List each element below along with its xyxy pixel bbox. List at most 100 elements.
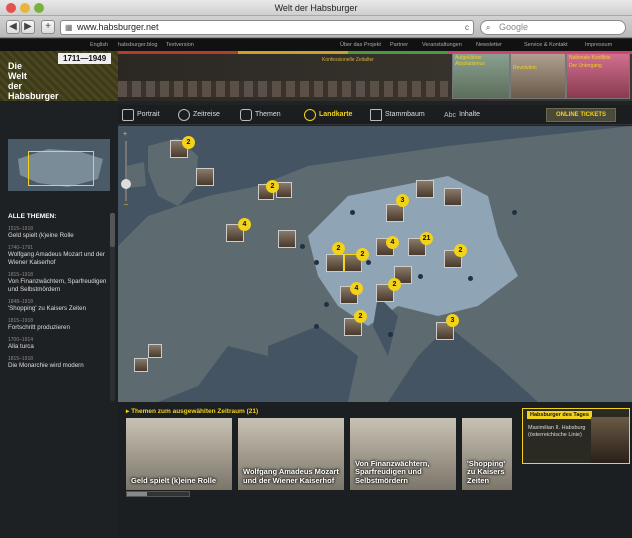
nav-textversion[interactable]: Textversion	[166, 39, 194, 51]
list-item[interactable]: 1700–1914 Alla turca	[8, 337, 112, 351]
tab-stammbaum[interactable]: Stammbaum	[370, 108, 425, 122]
timeline-band	[348, 51, 448, 54]
add-bookmark-button[interactable]: +	[41, 20, 55, 34]
logo-text: Die Welt der Habsburger	[8, 61, 59, 101]
timeline-panel[interactable]: Nationale Konflikte Der Untergang	[566, 53, 630, 99]
nav-partner[interactable]: Partner	[390, 39, 408, 51]
europe-map[interactable]: + – 2 2 3 4 2 2 4 21 2 2 4 2 3	[118, 126, 632, 402]
theme-thumbnail[interactable]: 'Shopping' zu Kaisers Zeiten	[462, 418, 512, 490]
list-item[interactable]: 1515–1918 Geld spielt (k)eine Rolle	[8, 226, 112, 240]
nav-blog[interactable]: habsburger.blog	[118, 39, 157, 51]
nav-service[interactable]: Service & Kontakt	[524, 39, 568, 51]
url-bar[interactable]: ▦ www.habsburger.net c	[60, 20, 474, 35]
count-badge[interactable]: 2	[388, 278, 401, 291]
map-dot[interactable]	[350, 210, 355, 215]
map-dot[interactable]	[388, 332, 393, 337]
theme-list-scrollbar[interactable]	[110, 213, 115, 401]
tab-inhalte[interactable]: Abc Inhalte	[444, 108, 480, 122]
map-marker[interactable]	[196, 168, 214, 186]
online-tickets-button[interactable]: ONLINE TICKETS	[546, 108, 616, 122]
count-badge[interactable]: 3	[396, 194, 409, 207]
theme-list-heading: ALLE THEMEN:	[8, 213, 57, 220]
zoom-window-icon[interactable]	[34, 3, 44, 13]
count-badge[interactable]: 4	[386, 236, 399, 249]
timeline-panel[interactable]: Aufgeklärter Absolutismus	[452, 53, 510, 99]
timeline-portraits	[118, 81, 448, 97]
count-badge[interactable]: 2	[454, 244, 467, 257]
text-abc-icon: Abc	[444, 112, 457, 119]
count-badge[interactable]: 4	[238, 218, 251, 231]
map-marker[interactable]	[444, 188, 462, 206]
theme-thumbnail[interactable]: Wolfgang Amadeus Mozart und der Wiener K…	[238, 418, 344, 490]
timeline-label: Konfessionelle Zeitalter	[322, 57, 374, 63]
search-icon: ⌕	[486, 23, 491, 32]
nav-newsletter[interactable]: Newsletter	[476, 39, 502, 51]
count-badge[interactable]: 2	[182, 136, 195, 149]
list-item[interactable]: 1815–1918 Von Finanzwächtern, Sparfreudig…	[8, 272, 112, 294]
list-item[interactable]: 1815–1918 Fortschritt produzieren	[8, 318, 112, 332]
map-marker[interactable]	[148, 344, 162, 358]
search-field[interactable]: ⌕ Google	[480, 20, 626, 35]
theme-thumbnail[interactable]: Von Finanzwächtern, Sparfreudigen und Se…	[350, 418, 456, 490]
minimize-window-icon[interactable]	[20, 3, 30, 13]
count-badge[interactable]: 2	[354, 310, 367, 323]
map-dot[interactable]	[324, 302, 329, 307]
count-badge[interactable]: 21	[420, 232, 433, 245]
mini-map-viewport[interactable]	[28, 151, 94, 186]
nav-impressum[interactable]: Impressum	[585, 39, 612, 51]
count-badge[interactable]: 4	[350, 282, 363, 295]
thumbnail-caption: Geld spielt (k)eine Rolle	[131, 475, 217, 485]
url-text: www.habsburger.net	[77, 22, 159, 32]
map-dot[interactable]	[300, 244, 305, 249]
thumbnail-scrollbar[interactable]	[126, 491, 190, 497]
map-marker[interactable]	[134, 358, 148, 372]
nav-english[interactable]: English	[90, 39, 108, 51]
close-window-icon[interactable]	[6, 3, 16, 13]
back-button[interactable]: ◀	[6, 20, 20, 34]
list-item[interactable]: 1740–1791 Wolfgang Amadeus Mozart und der…	[8, 245, 112, 267]
habsburger-of-the-day[interactable]: Habsburger des Tages Maximilian II. Habs…	[522, 408, 630, 464]
site-logo[interactable]: Die Welt der Habsburger 1711—1949	[0, 51, 118, 101]
list-item[interactable]: 1848–1918 'Shopping' zu Kaisers Zeiten	[8, 299, 112, 313]
map-dot[interactable]	[366, 260, 371, 265]
count-badge[interactable]: 3	[446, 314, 459, 327]
top-nav: English habsburger.blog Textversion Über…	[0, 39, 632, 51]
timeline-banner[interactable]: Konfessionelle Zeitalter Aufgeklärter Ab…	[118, 51, 632, 101]
timeline-panel[interactable]: Revolution	[510, 53, 566, 99]
bottom-panel: ▸ Themen zum ausgewählten Zeitraum (21) …	[118, 402, 632, 538]
tab-zeitreise[interactable]: Zeitreise	[178, 108, 220, 122]
daybox-portrait	[591, 417, 629, 463]
scrollbar-thumb[interactable]	[110, 213, 115, 247]
zoom-out-icon[interactable]: –	[124, 201, 128, 208]
theme-list: ALLE THEMEN: 1515–1918 Geld spielt (k)ein…	[8, 213, 112, 401]
sidebar: ALLE THEMEN: 1515–1918 Geld spielt (k)ein…	[0, 101, 118, 538]
browser-toolbar: ◀ ▶ + ▦ www.habsburger.net c ⌕ Google	[0, 16, 632, 38]
zoom-in-icon[interactable]: +	[123, 131, 127, 138]
thumbnail-caption: Von Finanzwächtern, Sparfreudigen und Se…	[355, 458, 430, 485]
list-item[interactable]: 1815–1918 Die Monarchie wird modern	[8, 356, 112, 370]
site-favicon-icon: ▦	[65, 23, 73, 32]
nav-about[interactable]: Über das Projekt	[340, 39, 381, 51]
map-dot[interactable]	[468, 276, 473, 281]
map-marker[interactable]	[278, 230, 296, 248]
forward-button[interactable]: ▶	[21, 20, 35, 34]
map-dot[interactable]	[512, 210, 517, 215]
scrollbar-thumb[interactable]	[127, 492, 147, 496]
tab-landkarte[interactable]: Landkarte	[304, 108, 352, 122]
tab-portrait[interactable]: Portrait	[122, 108, 160, 122]
map-marker[interactable]	[416, 180, 434, 198]
zoom-knob[interactable]	[121, 179, 131, 189]
map-dot[interactable]	[314, 324, 319, 329]
nav-events[interactable]: Veranstaltungen	[422, 39, 462, 51]
years-label: 1711—1949	[58, 53, 112, 64]
website: English habsburger.blog Textversion Über…	[0, 39, 632, 538]
zoom-control[interactable]: + –	[121, 131, 131, 211]
map-dot[interactable]	[314, 260, 319, 265]
map-marker[interactable]	[326, 254, 344, 272]
window-title: Welt der Habsburger	[274, 3, 358, 13]
count-badge[interactable]: 2	[266, 180, 279, 193]
reload-icon[interactable]: c	[465, 21, 469, 34]
theme-thumbnail[interactable]: Geld spielt (k)eine Rolle	[126, 418, 232, 490]
tab-themen[interactable]: Themen	[240, 108, 281, 122]
map-dot[interactable]	[418, 274, 423, 279]
